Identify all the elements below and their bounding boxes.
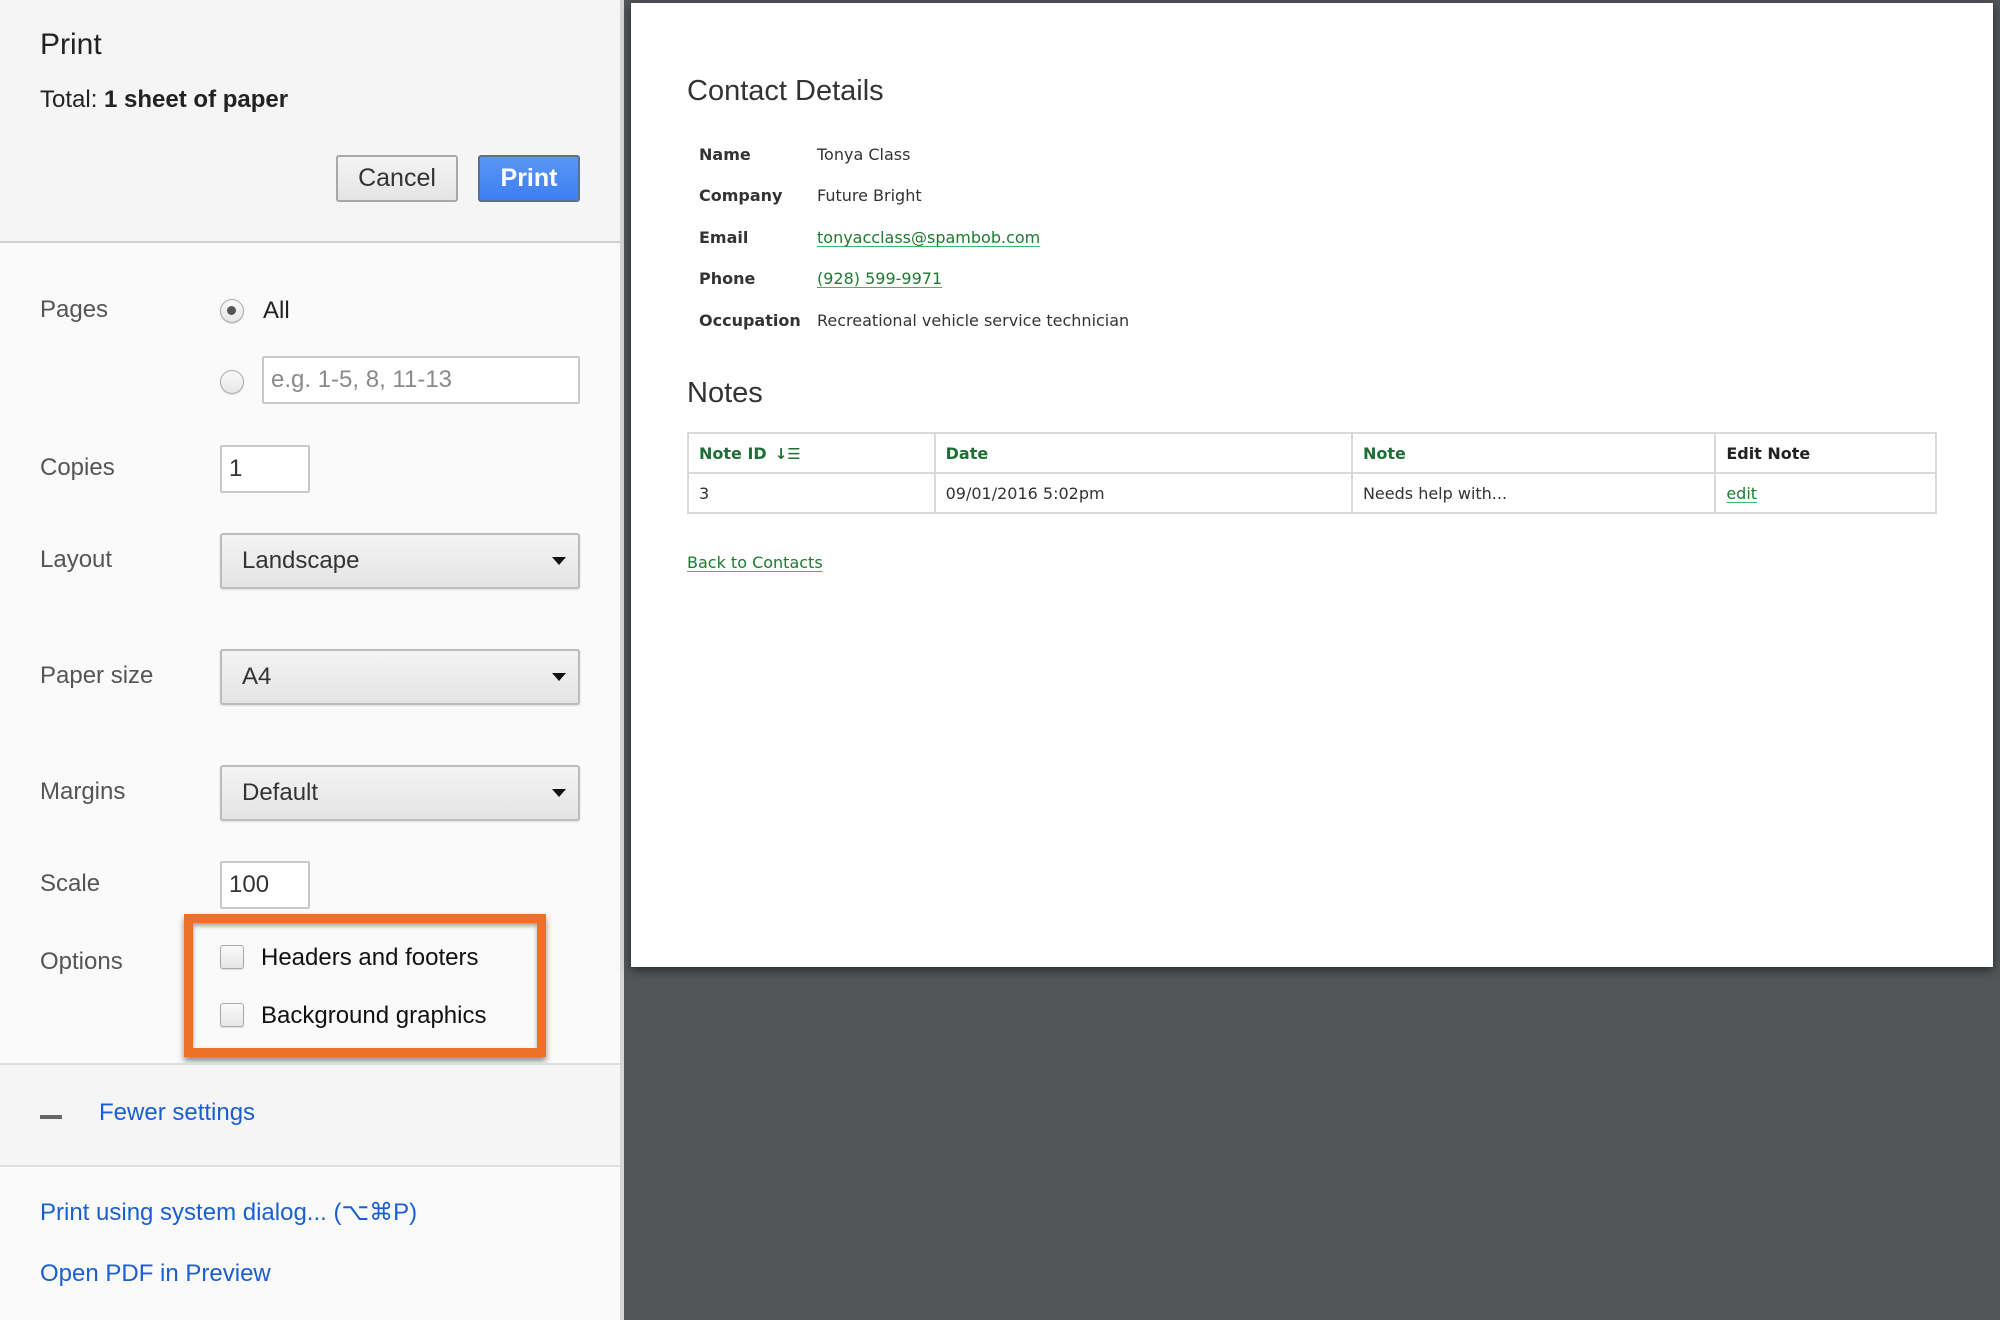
column-header-note-id[interactable]: Note ID ↓☰	[687, 432, 936, 474]
cancel-button[interactable]: Cancel	[336, 155, 458, 202]
paper-size-value: A4	[242, 663, 272, 690]
sheet-total: Total: 1 sheet of paper	[40, 86, 288, 114]
layout-select[interactable]: Landscape	[220, 533, 580, 589]
edit-note-link[interactable]: edit	[1726, 484, 1757, 503]
contact-details-heading: Contact Details	[687, 75, 884, 107]
layout-value: Landscape	[242, 547, 360, 574]
print-header: Print Total: 1 sheet of paper Cancel Pri…	[0, 0, 620, 243]
detail-key: Name	[699, 145, 751, 164]
open-pdf-link[interactable]: Open PDF in Preview	[40, 1260, 271, 1288]
pages-all-label[interactable]: All	[263, 297, 290, 325]
total-prefix: Total:	[40, 86, 105, 113]
page-range-input[interactable]	[271, 366, 578, 394]
cell-note-id: 3	[687, 472, 936, 514]
detail-value: Future Bright	[817, 186, 922, 205]
options-highlight-box	[184, 914, 546, 1057]
column-header-note[interactable]: Note	[1350, 432, 1717, 474]
copies-label: Copies	[40, 454, 115, 481]
print-button[interactable]: Print	[478, 155, 580, 202]
column-header-edit-note: Edit Note	[1714, 432, 1937, 474]
cell-edit: edit	[1714, 472, 1937, 514]
note-id-header-label: Note ID	[699, 443, 767, 463]
copies-field[interactable]	[220, 445, 310, 493]
margins-label: Margins	[40, 778, 126, 805]
notes-heading: Notes	[687, 377, 763, 409]
pages-custom-radio[interactable]	[220, 370, 244, 394]
system-dialog-link[interactable]: Print using system dialog... (⌥⌘P)	[40, 1198, 417, 1227]
email-link[interactable]: tonyacclass@spambob.com	[817, 228, 1040, 247]
background-graphics-label[interactable]: Background graphics	[261, 1002, 486, 1030]
chevron-down-icon	[552, 789, 566, 797]
print-preview-page: Contact Details Name Tonya Class Company…	[631, 3, 1993, 967]
options-label: Options	[40, 948, 123, 975]
pages-all-radio[interactable]	[220, 299, 244, 323]
detail-value: Tonya Class	[817, 145, 911, 164]
table-row: 3 09/01/2016 5:02pm Needs help with... e…	[687, 472, 1937, 514]
scale-input[interactable]	[229, 871, 308, 899]
copies-input[interactable]	[229, 455, 308, 483]
detail-key: Occupation	[699, 311, 801, 330]
detail-key: Phone	[699, 269, 756, 288]
back-to-contacts-link[interactable]: Back to Contacts	[687, 553, 823, 572]
cell-note: Needs help with...	[1350, 472, 1717, 514]
background-graphics-checkbox[interactable]	[220, 1003, 244, 1027]
panel-divider	[620, 0, 624, 1320]
cell-date: 09/01/2016 5:02pm	[933, 472, 1353, 514]
headers-footers-checkbox[interactable]	[220, 945, 244, 969]
scale-label: Scale	[40, 870, 101, 897]
chevron-down-icon	[552, 673, 566, 681]
page-range-field[interactable]	[262, 356, 580, 404]
headers-footers-label[interactable]: Headers and footers	[261, 944, 478, 972]
sort-ascending-icon[interactable]: ↓☰	[775, 445, 801, 463]
margins-value: Default	[242, 779, 319, 806]
paper-size-select[interactable]: A4	[220, 649, 580, 705]
fewer-settings-link[interactable]: Fewer settings	[99, 1099, 255, 1127]
collapse-minus-icon	[40, 1115, 62, 1119]
pages-label: Pages	[40, 296, 109, 323]
column-header-date[interactable]: Date	[933, 432, 1353, 474]
paper-size-label: Paper size	[40, 662, 154, 689]
layout-label: Layout	[40, 546, 113, 573]
margins-select[interactable]: Default	[220, 765, 580, 821]
detail-value: Recreational vehicle service technician	[817, 311, 1130, 330]
chevron-down-icon	[552, 557, 566, 565]
detail-key: Company	[699, 186, 783, 205]
scale-field[interactable]	[220, 861, 310, 909]
table-header-row: Note ID ↓☰ Date Note Edit Note	[687, 432, 1937, 474]
fewer-settings-row[interactable]: Fewer settings	[0, 1063, 620, 1167]
detail-key: Email	[699, 228, 749, 247]
total-value: 1 sheet of paper	[104, 86, 289, 113]
print-settings-panel: Print Total: 1 sheet of paper Cancel Pri…	[0, 0, 620, 1320]
phone-link[interactable]: (928) 599-9971	[817, 269, 942, 288]
dialog-title: Print	[40, 28, 102, 61]
notes-table: Note ID ↓☰ Date Note Edit Note 3 09/01/20…	[687, 432, 1937, 514]
